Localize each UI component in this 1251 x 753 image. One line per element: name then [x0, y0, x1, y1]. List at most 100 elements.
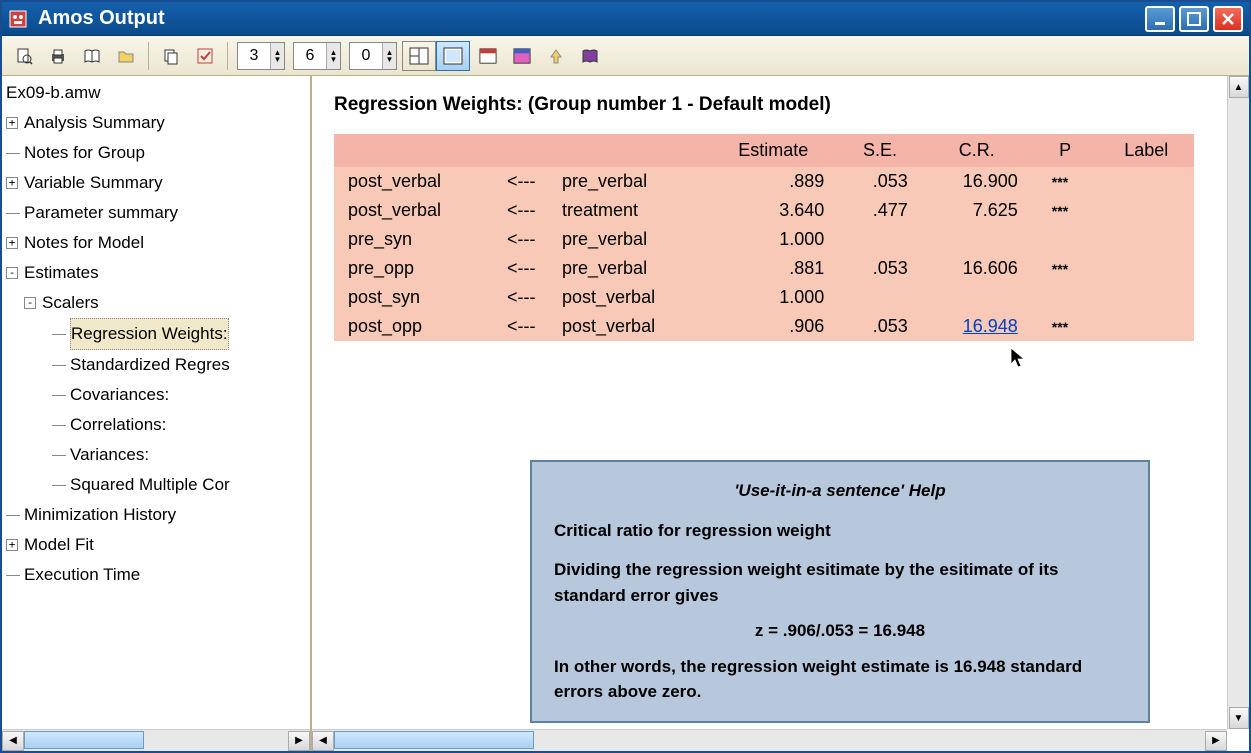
- cell-estimate: .881: [708, 254, 838, 283]
- table-row: pre_syn<---pre_verbal1.000: [334, 225, 1194, 254]
- tooltip-subtitle: Critical ratio for regression weight: [554, 518, 1126, 544]
- cell-cr: [922, 283, 1032, 312]
- options-button[interactable]: [189, 41, 221, 71]
- tree-hscrollbar[interactable]: ◀ ▶: [2, 729, 310, 751]
- tree-item[interactable]: +Analysis Summary: [2, 108, 310, 138]
- minimize-button[interactable]: [1145, 6, 1175, 32]
- up-arrow-button[interactable]: [540, 41, 572, 71]
- navigation-panel: Ex09-b.amw +Analysis SummaryNotes for Gr…: [2, 76, 312, 751]
- cell-p: ***: [1032, 167, 1099, 196]
- cell-se: [838, 283, 922, 312]
- cell-estimate: 3.640: [708, 196, 838, 225]
- copy-button[interactable]: [155, 41, 187, 71]
- tree-item-label: Notes for Group: [24, 138, 145, 168]
- output-tree: Ex09-b.amw +Analysis SummaryNotes for Gr…: [2, 76, 310, 729]
- tree-item[interactable]: Execution Time: [2, 560, 310, 590]
- expand-icon[interactable]: +: [6, 177, 18, 189]
- cell-arrow: <---: [494, 225, 548, 254]
- view-wide-button[interactable]: [472, 41, 504, 71]
- cell-dependent: post_opp: [334, 312, 494, 341]
- decimals-spinner-3[interactable]: 0 ▲▼: [349, 42, 397, 70]
- tree-item[interactable]: Correlations:: [2, 410, 310, 440]
- spinner-value: 3: [238, 47, 270, 65]
- cell-label: [1099, 254, 1195, 283]
- window-title: Amos Output: [38, 7, 1145, 30]
- expand-icon[interactable]: +: [6, 539, 18, 551]
- tree-item[interactable]: +Model Fit: [2, 530, 310, 560]
- decimals-spinner-2[interactable]: 6 ▲▼: [293, 42, 341, 70]
- expand-icon[interactable]: +: [6, 117, 18, 129]
- tooltip-title: 'Use-it-in-a sentence' Help: [554, 478, 1126, 504]
- cell-cr[interactable]: 16.948: [922, 312, 1032, 341]
- content-heading: Regression Weights: (Group number 1 - De…: [334, 94, 1205, 116]
- tree-item-label: Standardized Regres: [70, 350, 230, 380]
- table-row: post_opp<---post_verbal.906.05316.948***: [334, 312, 1194, 341]
- cell-arrow: <---: [494, 196, 548, 225]
- scroll-up-button[interactable]: ▲: [1229, 76, 1249, 98]
- cell-independent: pre_verbal: [548, 167, 708, 196]
- expand-icon[interactable]: +: [6, 237, 18, 249]
- close-button[interactable]: [1213, 6, 1243, 32]
- tree-item[interactable]: -Scalers: [2, 288, 310, 318]
- open-button[interactable]: [110, 41, 142, 71]
- tree-leaf-dash: [52, 395, 66, 396]
- cell-dependent: post_syn: [334, 283, 494, 312]
- cell-dependent: pre_opp: [334, 254, 494, 283]
- cell-label: [1099, 196, 1195, 225]
- help-button[interactable]: [574, 41, 606, 71]
- cell-estimate: 1.000: [708, 225, 838, 254]
- tree-item-label: Scalers: [42, 288, 99, 318]
- spinner-arrows[interactable]: ▲▼: [270, 43, 284, 69]
- cell-cr: 16.900: [922, 167, 1032, 196]
- decimals-spinner-1[interactable]: 3 ▲▼: [237, 42, 285, 70]
- collapse-icon[interactable]: -: [24, 297, 36, 309]
- scroll-down-button[interactable]: ▼: [1229, 707, 1249, 729]
- cell-label: [1099, 283, 1195, 312]
- view-single-button[interactable]: [436, 41, 470, 71]
- spinner-value: 0: [350, 47, 382, 65]
- tree-item[interactable]: Parameter summary: [2, 198, 310, 228]
- tree-file-root[interactable]: Ex09-b.amw: [2, 78, 310, 108]
- tree-leaf-dash: [52, 425, 66, 426]
- spinner-arrows[interactable]: ▲▼: [382, 43, 396, 69]
- tree-item-label: Minimization History: [24, 500, 176, 530]
- spinner-arrows[interactable]: ▲▼: [326, 43, 340, 69]
- col-estimate: Estimate: [708, 134, 838, 167]
- view-split-button[interactable]: [402, 41, 436, 71]
- tree-leaf-dash: [52, 455, 66, 456]
- scroll-right-button[interactable]: ▶: [1205, 731, 1227, 751]
- collapse-icon[interactable]: -: [6, 267, 18, 279]
- tree-item[interactable]: Regression Weights:: [2, 318, 310, 350]
- print-preview-button[interactable]: [8, 41, 40, 71]
- tree-item[interactable]: Variances:: [2, 440, 310, 470]
- scroll-thumb[interactable]: [24, 731, 144, 749]
- cell-arrow: <---: [494, 312, 548, 341]
- tree-item[interactable]: Notes for Group: [2, 138, 310, 168]
- content-hscrollbar[interactable]: ◀ ▶: [312, 729, 1227, 751]
- tree-item-label: Correlations:: [70, 410, 166, 440]
- print-button[interactable]: [42, 41, 74, 71]
- scroll-left-button[interactable]: ◀: [312, 731, 334, 751]
- cell-dependent: pre_syn: [334, 225, 494, 254]
- cell-dependent: post_verbal: [334, 196, 494, 225]
- cell-se: .053: [838, 254, 922, 283]
- scroll-thumb[interactable]: [334, 731, 534, 749]
- tree-leaf-dash: [52, 365, 66, 366]
- tree-item[interactable]: +Variable Summary: [2, 168, 310, 198]
- scroll-left-button[interactable]: ◀: [2, 731, 24, 751]
- tree-item-label: Notes for Model: [24, 228, 144, 258]
- view-table-button[interactable]: [506, 41, 538, 71]
- tree-item[interactable]: + Notes for Model: [2, 228, 310, 258]
- tree-item[interactable]: Covariances:: [2, 380, 310, 410]
- tree-item[interactable]: Standardized Regres: [2, 350, 310, 380]
- tree-item[interactable]: Squared Multiple Cor: [2, 470, 310, 500]
- maximize-button[interactable]: [1179, 6, 1209, 32]
- tree-item-label: Parameter summary: [24, 198, 178, 228]
- book-button[interactable]: [76, 41, 108, 71]
- tree-item[interactable]: -Estimates: [2, 258, 310, 288]
- cell-p: [1032, 283, 1099, 312]
- scroll-right-button[interactable]: ▶: [288, 731, 310, 751]
- content-vscrollbar[interactable]: ▲ ▼: [1227, 76, 1249, 729]
- cell-arrow: <---: [494, 167, 548, 196]
- tree-item[interactable]: Minimization History: [2, 500, 310, 530]
